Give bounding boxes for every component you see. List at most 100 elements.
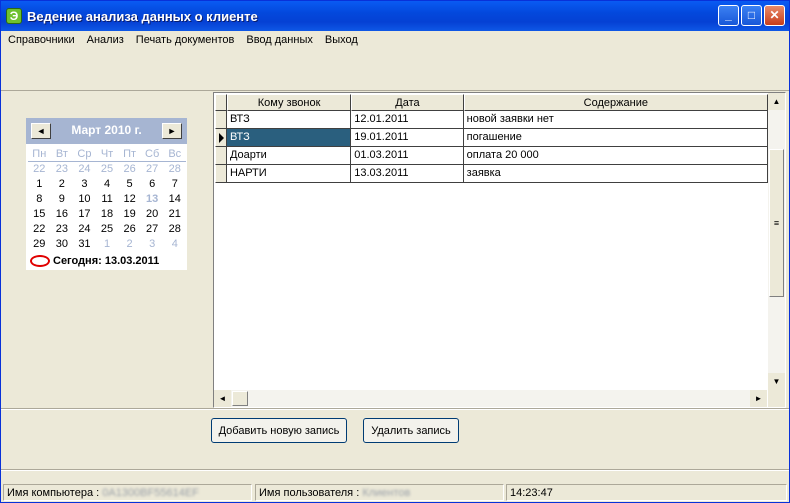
weekday: Вс [168,148,182,160]
row-indicator-current[interactable] [215,129,227,147]
cell-date[interactable]: 01.03.2011 [351,147,464,165]
calendar-day[interactable]: 1 [96,237,119,252]
calendar-next-button[interactable]: ► [162,123,182,139]
title-bar[interactable]: Э Ведение анализа данных о клиенте _ □ ✕ [1,1,789,31]
delete-record-button[interactable]: Удалить запись [363,418,459,443]
calendar-day[interactable]: 22 [28,222,51,237]
data-grid[interactable]: Кому звонок Дата Содержание ВТЗ 12.01.20… [213,92,786,408]
table-row[interactable]: ВТЗ 12.01.2011 новой заявки нет [215,111,768,129]
calendar-day[interactable]: 19 [118,207,141,222]
calendar-day[interactable]: 1 [28,177,51,192]
menu-directories[interactable]: Справочники [1,34,81,46]
calendar-day[interactable]: 14 [163,192,186,207]
calendar-day[interactable]: 26 [118,162,141,177]
calendar-day[interactable]: 10 [73,192,96,207]
calendar-day[interactable]: 24 [73,222,96,237]
vertical-scroll-thumb[interactable]: ≡ [769,149,784,297]
cell-date[interactable]: 12.01.2011 [351,111,464,129]
grid-body: Кому звонок Дата Содержание ВТЗ 12.01.20… [215,94,768,391]
add-record-button[interactable]: Добавить новую запись [211,418,347,443]
horizontal-scrollbar[interactable]: ◄ ► [214,390,767,407]
divider [1,408,789,410]
cell-content[interactable]: новой заявки нет [463,111,768,129]
scroll-up-icon[interactable]: ▲ [768,93,785,110]
calendar-day[interactable]: 17 [73,207,96,222]
calendar-week: 22 23 24 25 26 27 28 [28,162,186,177]
calendar-day[interactable]: 28 [163,162,186,177]
calendar-day[interactable]: 27 [141,162,164,177]
cell-callee[interactable]: ВТЗ [226,111,352,129]
table-row-current[interactable]: ВТЗ 19.01.2011 погашение [215,129,768,147]
calendar-day[interactable]: 5 [118,177,141,192]
maximize-icon[interactable]: □ [741,5,762,26]
menu-analysis[interactable]: Анализ [81,34,130,46]
scroll-left-icon[interactable]: ◄ [214,390,231,407]
horizontal-scroll-thumb[interactable] [232,391,248,406]
calendar-day[interactable]: 24 [73,162,96,177]
column-header-callee[interactable]: Кому звонок [226,94,352,111]
calendar-day[interactable]: 25 [96,222,119,237]
calendar-prev-button[interactable]: ◄ [31,123,51,139]
cell-callee-selected[interactable]: ВТЗ [226,129,352,147]
calendar-day-selected[interactable]: 13 [141,192,164,207]
menu-print-documents[interactable]: Печать документов [130,34,241,46]
calendar-day[interactable]: 2 [51,177,74,192]
menu-data-entry[interactable]: Ввод данных [240,34,319,46]
cell-date[interactable]: 13.03.2011 [351,165,464,183]
calendar-day[interactable]: 23 [51,222,74,237]
calendar-day[interactable]: 20 [141,207,164,222]
calendar-day[interactable]: 31 [73,237,96,252]
calendar-day[interactable]: 22 [28,162,51,177]
weekday: Пт [123,148,137,160]
calendar-day[interactable]: 7 [163,177,186,192]
row-indicator[interactable] [215,111,227,129]
scroll-down-icon[interactable]: ▼ [768,373,785,390]
cell-content[interactable]: заявка [463,165,768,183]
menu-exit[interactable]: Выход [319,34,364,46]
calendar-day[interactable]: 8 [28,192,51,207]
calendar-day[interactable]: 4 [96,177,119,192]
scroll-right-icon[interactable]: ► [750,390,767,407]
calendar-today-link[interactable]: Сегодня: 13.03.2011 [30,255,159,267]
cell-content[interactable]: погашение [463,129,768,147]
calendar-day[interactable]: 23 [51,162,74,177]
vertical-scrollbar[interactable]: ▲ ≡ ▼ [768,93,785,390]
month-calendar[interactable]: ◄ Март 2010 г. ► Пн Вт Ср Чт Пт Сб Вс 22… [26,118,187,270]
calendar-day[interactable]: 28 [163,222,186,237]
calendar-day[interactable]: 3 [73,177,96,192]
calendar-day[interactable]: 2 [118,237,141,252]
cell-content[interactable]: оплата 20 000 [463,147,768,165]
column-header-date[interactable]: Дата [351,94,464,111]
calendar-day[interactable]: 21 [163,207,186,222]
calendar-day[interactable]: 4 [163,237,186,252]
calendar-day[interactable]: 29 [28,237,51,252]
table-row[interactable]: Доарти 01.03.2011 оплата 20 000 [215,147,768,165]
calendar-day[interactable]: 9 [51,192,74,207]
calendar-day[interactable]: 25 [96,162,119,177]
calendar-day[interactable]: 16 [51,207,74,222]
window-title: Ведение анализа данных о клиенте [27,8,258,24]
status-user-value: Клиентов [362,487,411,499]
cell-callee[interactable]: НАРТИ [226,165,352,183]
calendar-day[interactable]: 26 [118,222,141,237]
row-indicator[interactable] [215,147,227,165]
app-icon[interactable]: Э [6,8,22,24]
calendar-day[interactable]: 30 [51,237,74,252]
table-row[interactable]: НАРТИ 13.03.2011 заявка [215,165,768,183]
row-indicator[interactable] [215,165,227,183]
calendar-day[interactable]: 6 [141,177,164,192]
calendar-month-title[interactable]: Март 2010 г. [52,123,161,137]
calendar-day[interactable]: 27 [141,222,164,237]
cell-callee[interactable]: Доарти [226,147,352,165]
minimize-icon[interactable]: _ [718,5,739,26]
close-icon[interactable]: ✕ [764,5,785,26]
cell-date[interactable]: 19.01.2011 [351,129,464,147]
weekday: Сб [145,148,160,160]
calendar-day[interactable]: 3 [141,237,164,252]
calendar-day[interactable]: 12 [118,192,141,207]
calendar-day[interactable]: 11 [96,192,119,207]
calendar-day[interactable]: 18 [96,207,119,222]
calendar-day[interactable]: 15 [28,207,51,222]
column-header-content[interactable]: Содержание [463,94,768,111]
calendar-header: ◄ Март 2010 г. ► [26,118,187,144]
